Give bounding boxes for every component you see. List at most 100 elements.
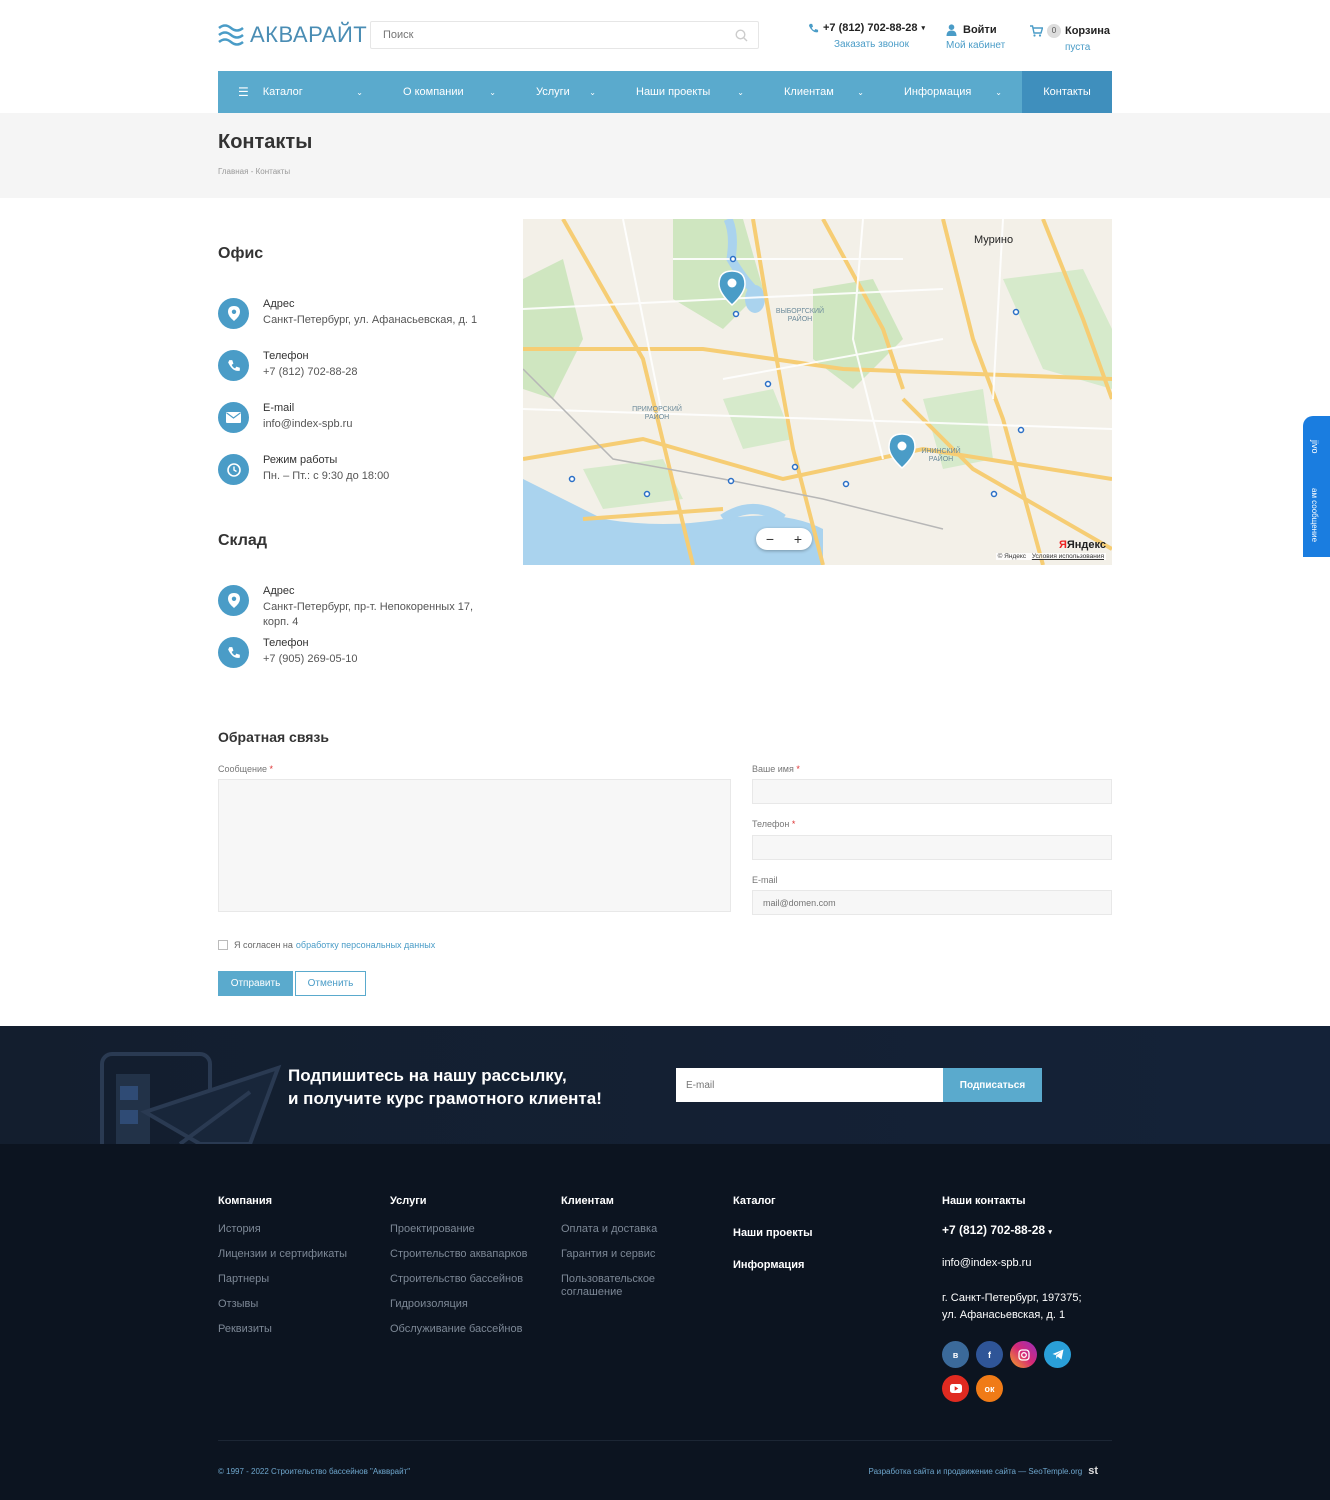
footer-link[interactable]: Лицензии и сертификаты	[218, 1248, 347, 1261]
nav-item-about[interactable]: О компании ⌄	[383, 71, 516, 113]
footer-link[interactable]: Пользовательское соглашение	[561, 1273, 681, 1299]
chevron-down-icon: ⌄	[356, 87, 363, 97]
logo-text: АКВАРАЙТ	[250, 22, 368, 47]
footer-link[interactable]: Отзывы	[218, 1298, 347, 1311]
main-nav: ☰ Каталог ⌄ О компании ⌄ Услуги ⌄ Наши п…	[0, 71, 1330, 113]
phone-input[interactable]	[753, 836, 1111, 859]
subscribe-section: Подпишитесь на нашу рассылку, и получите…	[0, 1026, 1330, 1144]
site-footer: Компания История Лицензии и сертификаты …	[0, 1144, 1330, 1500]
subscribe-button[interactable]: Подписаться	[943, 1068, 1042, 1102]
vk-icon[interactable]: в	[942, 1341, 969, 1368]
footer-link[interactable]: Проектирование	[390, 1223, 527, 1236]
footer-col-clients: Клиентам Оплата и доставка Гарантия и се…	[561, 1195, 681, 1311]
callback-link[interactable]: Заказать звонок	[808, 39, 925, 50]
breadcrumb-separator: -	[250, 167, 254, 176]
footer-link[interactable]: Гидроизоляция	[390, 1298, 527, 1311]
consent-checkbox[interactable]	[218, 940, 228, 950]
footer-col-title[interactable]: Клиентам	[561, 1195, 681, 1207]
subscribe-line2: и получите курс грамотного клиента!	[288, 1089, 602, 1108]
message-field	[218, 779, 731, 912]
nav-item-contacts[interactable]: Контакты	[1022, 71, 1112, 113]
phone-field	[752, 835, 1112, 860]
footer-col-title[interactable]: Компания	[218, 1195, 347, 1207]
footer-col-title: Наши контакты	[942, 1195, 1026, 1207]
cart-label[interactable]: Корзина	[1065, 25, 1110, 37]
footer-link[interactable]: История	[218, 1223, 347, 1236]
map-canvas[interactable]	[523, 219, 1112, 565]
logo[interactable]: АКВАРАЙТ	[218, 22, 367, 48]
footer-link[interactable]: Гарантия и сервис	[561, 1248, 681, 1261]
message-textarea[interactable]	[219, 780, 730, 911]
developer-credit: Разработка сайта и продвижение сайта — S…	[869, 1465, 1099, 1477]
phone-icon	[808, 23, 819, 32]
odnoklassniki-icon[interactable]: ок	[976, 1375, 1003, 1402]
chevron-down-icon: ⌄	[737, 87, 744, 97]
chat-widget[interactable]: jivo ам сообщение	[1303, 416, 1330, 557]
chevron-down-icon[interactable]: ▾	[921, 24, 925, 32]
footer-phone[interactable]: +7 (812) 702-88-28 ▾	[942, 1223, 1112, 1237]
footer-col-title[interactable]: Услуги	[390, 1195, 527, 1207]
developer-logo[interactable]: st	[1088, 1465, 1098, 1477]
contact-value[interactable]: +7 (905) 269-05-10	[263, 652, 483, 667]
map-district-label: ВЫБОРГСКИЙ РАЙОН	[775, 308, 825, 323]
instagram-icon[interactable]	[1010, 1341, 1037, 1368]
footer-link[interactable]: Информация	[733, 1259, 813, 1271]
breadcrumb-home[interactable]: Главная	[218, 167, 248, 176]
menu-icon: ☰	[238, 85, 249, 99]
yandex-map[interactable]: Мурино ВЫБОРГСКИЙ РАЙОН ПРИМОРСКИЙ РАЙОН…	[523, 219, 1112, 565]
footer-link[interactable]: Строительство аквапарков	[390, 1248, 527, 1261]
consent-link[interactable]: обработку персональных данных	[296, 940, 435, 950]
developer-link[interactable]: Разработка сайта и продвижение сайта — S…	[869, 1467, 1083, 1476]
email-input[interactable]	[753, 891, 1111, 914]
submit-button[interactable]: Отправить	[218, 971, 293, 996]
youtube-icon[interactable]	[942, 1375, 969, 1402]
footer-col-title[interactable]: Каталог	[733, 1195, 813, 1207]
footer-link[interactable]: Обслуживание бассейнов	[390, 1323, 527, 1336]
clock-icon	[218, 454, 249, 485]
nav-item-services[interactable]: Услуги ⌄	[516, 71, 616, 113]
nav-item-info[interactable]: Информация ⌄	[884, 71, 1022, 113]
login-block[interactable]: Войти Мой кабинет	[946, 24, 1005, 51]
header-phone-number[interactable]: +7 (812) 702-88-28	[823, 22, 917, 34]
search-icon[interactable]	[735, 29, 748, 42]
social-links: в f ок	[942, 1341, 1082, 1402]
cancel-button[interactable]: Отменить	[295, 971, 366, 996]
cart-block[interactable]: 0 Корзина пуста	[1030, 24, 1110, 53]
chat-widget-title: jivo	[1310, 440, 1320, 454]
email-label: E-mail	[752, 875, 778, 885]
cart-status: пуста	[1065, 42, 1091, 53]
breadcrumb: Главная - Контакты	[218, 167, 290, 176]
contact-value[interactable]: info@index-spb.ru	[263, 417, 483, 432]
contact-label: Телефон	[263, 350, 309, 362]
nav-item-catalog[interactable]: ☰ Каталог ⌄	[218, 71, 383, 113]
contact-value[interactable]: +7 (812) 702-88-28	[263, 365, 483, 380]
zoom-out-button[interactable]: −	[766, 531, 774, 547]
warehouse-title: Склад	[218, 532, 267, 549]
search-input[interactable]	[371, 22, 758, 48]
yandex-logo[interactable]: ЯЯндекс	[1059, 539, 1106, 551]
footer-link[interactable]: Партнеры	[218, 1273, 347, 1286]
office-hours: Режим работы Пн. – Пт.: с 9:30 до 18:00	[218, 454, 483, 485]
chevron-down-icon: ▾	[1048, 1229, 1052, 1236]
search-box	[370, 21, 759, 49]
subscribe-line1: Подпишитесь на нашу рассылку,	[288, 1066, 567, 1085]
zoom-in-button[interactable]: +	[794, 531, 802, 547]
nav-item-clients[interactable]: Клиентам ⌄	[764, 71, 884, 113]
map-terms-link[interactable]: Условия использования	[1032, 553, 1104, 560]
facebook-icon[interactable]: f	[976, 1341, 1003, 1368]
footer-link[interactable]: Наши проекты	[733, 1227, 813, 1239]
map-zoom-control: − +	[756, 528, 812, 550]
user-icon	[946, 24, 957, 36]
nav-item-projects[interactable]: Наши проекты ⌄	[616, 71, 764, 113]
name-input[interactable]	[753, 780, 1111, 803]
login-link[interactable]: Войти	[963, 24, 997, 36]
breadcrumb-current: Контакты	[255, 167, 291, 176]
subscribe-email-input[interactable]	[676, 1068, 943, 1102]
nav-bar: ☰ Каталог ⌄ О компании ⌄ Услуги ⌄ Наши п…	[218, 71, 1112, 113]
footer-link[interactable]: Строительство бассейнов	[390, 1273, 527, 1286]
telegram-icon[interactable]	[1044, 1341, 1071, 1368]
cabinet-link[interactable]: Мой кабинет	[946, 40, 1005, 51]
footer-link[interactable]: Реквизиты	[218, 1323, 347, 1336]
footer-email[interactable]: info@index-spb.ru	[942, 1255, 1112, 1272]
footer-link[interactable]: Оплата и доставка	[561, 1223, 681, 1236]
